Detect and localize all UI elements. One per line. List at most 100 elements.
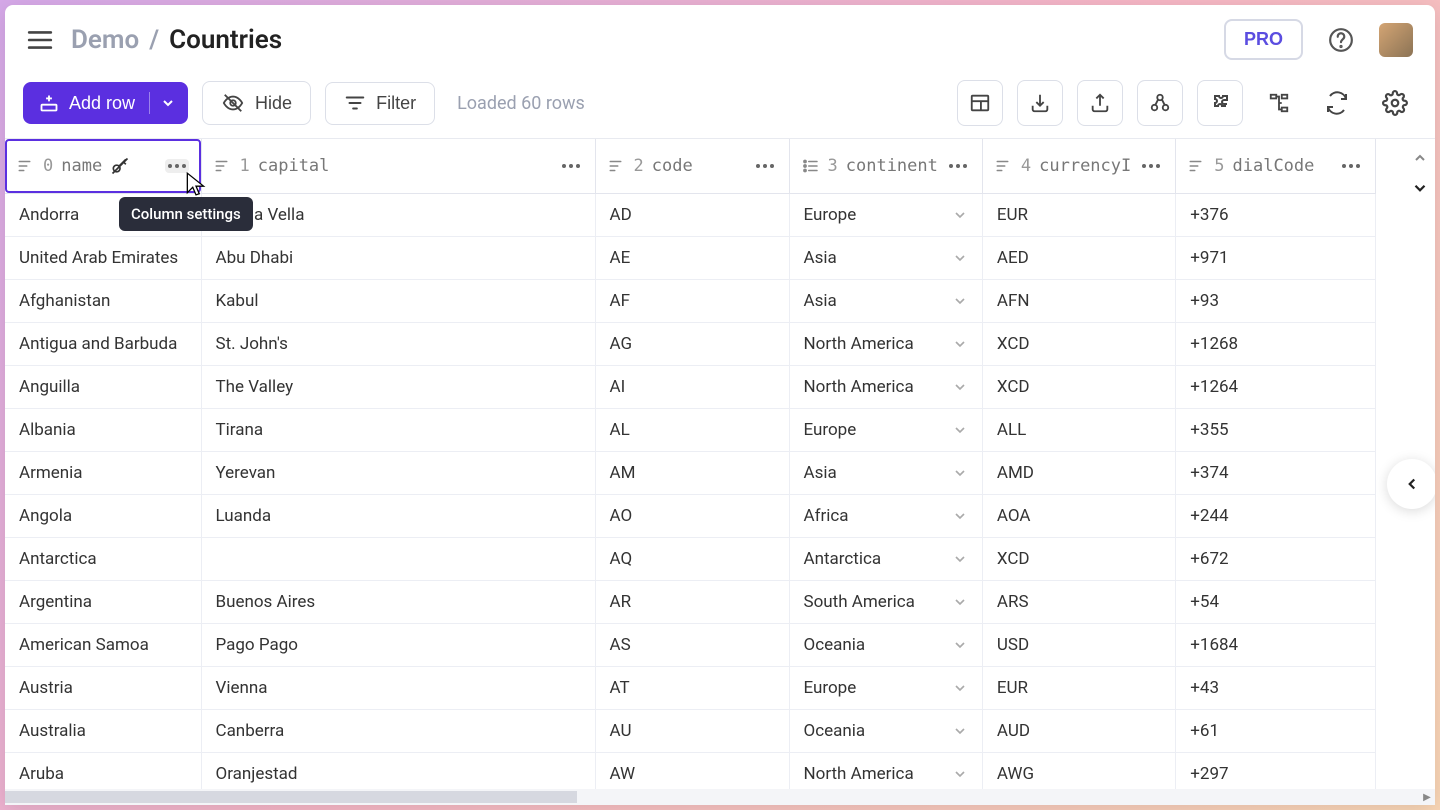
column-header-capital[interactable]: 1 capital [202,139,595,193]
cell-code[interactable]: AE [595,237,789,280]
cell-capital[interactable]: Oranjestad [201,753,595,790]
cell-code[interactable]: AL [595,409,789,452]
cell-currency[interactable]: EUR [982,194,1175,237]
cell-currency[interactable]: EUR [982,667,1175,710]
column-menu-icon[interactable] [559,159,583,173]
table-row[interactable]: American Samoa Pago Pago AS Oceania USD … [5,624,1376,667]
collapse-panel-button[interactable] [1387,459,1435,509]
cell-dialcode[interactable]: +43 [1176,667,1376,710]
column-menu-icon[interactable] [1339,159,1363,173]
cell-dialcode[interactable]: +61 [1176,710,1376,753]
cell-code[interactable]: AW [595,753,789,790]
cell-currency[interactable]: ALL [982,409,1175,452]
chevron-down-icon[interactable] [160,95,176,111]
cell-name[interactable]: Anguilla [5,366,201,409]
column-menu-icon[interactable] [753,159,777,173]
table-row[interactable]: Australia Canberra AU Oceania AUD +61 [5,710,1376,753]
cell-capital[interactable]: Luanda [201,495,595,538]
column-header-name[interactable]: 0 name [5,139,201,193]
cell-dialcode[interactable]: +1684 [1176,624,1376,667]
cell-name[interactable]: Armenia [5,452,201,495]
cell-currency[interactable]: AMD [982,452,1175,495]
column-menu-icon[interactable] [946,159,970,173]
cell-dialcode[interactable]: +1264 [1176,366,1376,409]
cell-capital[interactable]: orra la Vella [201,194,595,237]
cell-currency[interactable]: AUD [982,710,1175,753]
avatar[interactable] [1379,23,1413,57]
export-button[interactable] [1077,80,1123,126]
menu-icon[interactable] [27,29,53,51]
cell-name[interactable]: Austria [5,667,201,710]
help-icon[interactable] [1321,20,1361,60]
cell-currency[interactable]: AFN [982,280,1175,323]
column-header-code[interactable]: 2 code [596,139,789,193]
cell-capital[interactable]: Canberra [201,710,595,753]
column-menu-icon[interactable] [1139,159,1163,173]
table-row[interactable]: United Arab Emirates Abu Dhabi AE Asia A… [5,237,1376,280]
cell-name[interactable]: United Arab Emirates [5,237,201,280]
cell-continent[interactable]: Asia [789,452,982,495]
cell-capital[interactable]: Pago Pago [201,624,595,667]
refresh-button[interactable] [1315,81,1359,125]
table-row[interactable]: Albania Tirana AL Europe ALL +355 [5,409,1376,452]
cell-name[interactable]: Afghanistan [5,280,201,323]
cell-continent[interactable]: Antarctica [789,538,982,581]
breadcrumb-project[interactable]: Demo [71,25,139,55]
cell-dialcode[interactable]: +672 [1176,538,1376,581]
cell-dialcode[interactable]: +54 [1176,581,1376,624]
cell-continent[interactable]: Oceania [789,710,982,753]
table-row[interactable]: Armenia Yerevan AM Asia AMD +374 [5,452,1376,495]
cell-code[interactable]: AD [595,194,789,237]
column-header-currencyI[interactable]: 4 currencyI [983,139,1175,193]
cell-continent[interactable]: North America [789,323,982,366]
cell-continent[interactable]: Europe [789,667,982,710]
cell-code[interactable]: AT [595,667,789,710]
cell-code[interactable]: AF [595,280,789,323]
cell-code[interactable]: AG [595,323,789,366]
cell-capital[interactable]: Kabul [201,280,595,323]
cell-continent[interactable]: Asia [789,237,982,280]
hide-button[interactable]: Hide [202,81,311,125]
cell-continent[interactable]: Europe [789,194,982,237]
cell-continent[interactable]: North America [789,366,982,409]
table-row[interactable]: Austria Vienna AT Europe EUR +43 [5,667,1376,710]
cell-dialcode[interactable]: +297 [1176,753,1376,790]
cell-continent[interactable]: Africa [789,495,982,538]
cell-name[interactable]: American Samoa [5,624,201,667]
column-header-dialCode[interactable]: 5 dialCode [1176,139,1375,193]
cell-capital[interactable]: Tirana [201,409,595,452]
cell-name[interactable]: Aruba [5,753,201,790]
table-row[interactable]: Afghanistan Kabul AF Asia AFN +93 [5,280,1376,323]
cell-dialcode[interactable]: +1268 [1176,323,1376,366]
cell-capital[interactable]: Vienna [201,667,595,710]
table-row[interactable]: Angola Luanda AO Africa AOA +244 [5,495,1376,538]
pro-button[interactable]: PRO [1224,19,1303,60]
cell-name[interactable]: Angola [5,495,201,538]
scroll-up-icon[interactable] [1407,145,1433,171]
horizontal-scrollbar[interactable]: ◀ ▶ [5,789,1435,805]
cell-continent[interactable]: South America [789,581,982,624]
cell-currency[interactable]: AOA [982,495,1175,538]
webhook-button[interactable] [1137,80,1183,126]
cell-dialcode[interactable]: +971 [1176,237,1376,280]
cell-continent[interactable]: Oceania [789,624,982,667]
cell-continent[interactable]: North America [789,753,982,790]
cell-code[interactable]: AU [595,710,789,753]
cell-dialcode[interactable]: +355 [1176,409,1376,452]
settings-button[interactable] [1373,81,1417,125]
plugins-button[interactable] [1197,80,1243,126]
cell-currency[interactable]: XCD [982,323,1175,366]
table-row[interactable]: Aruba Oranjestad AW North America AWG +2… [5,753,1376,790]
add-row-button[interactable]: Add row [23,82,188,124]
cell-code[interactable]: AI [595,366,789,409]
cell-continent[interactable]: Asia [789,280,982,323]
cell-code[interactable]: AO [595,495,789,538]
cell-name[interactable]: Albania [5,409,201,452]
filter-button[interactable]: Filter [325,82,435,125]
cell-capital[interactable]: St. John's [201,323,595,366]
cell-dialcode[interactable]: +244 [1176,495,1376,538]
cell-name[interactable]: Antarctica [5,538,201,581]
cell-name[interactable]: Australia [5,710,201,753]
cell-capital[interactable]: The Valley [201,366,595,409]
cell-currency[interactable]: AWG [982,753,1175,790]
